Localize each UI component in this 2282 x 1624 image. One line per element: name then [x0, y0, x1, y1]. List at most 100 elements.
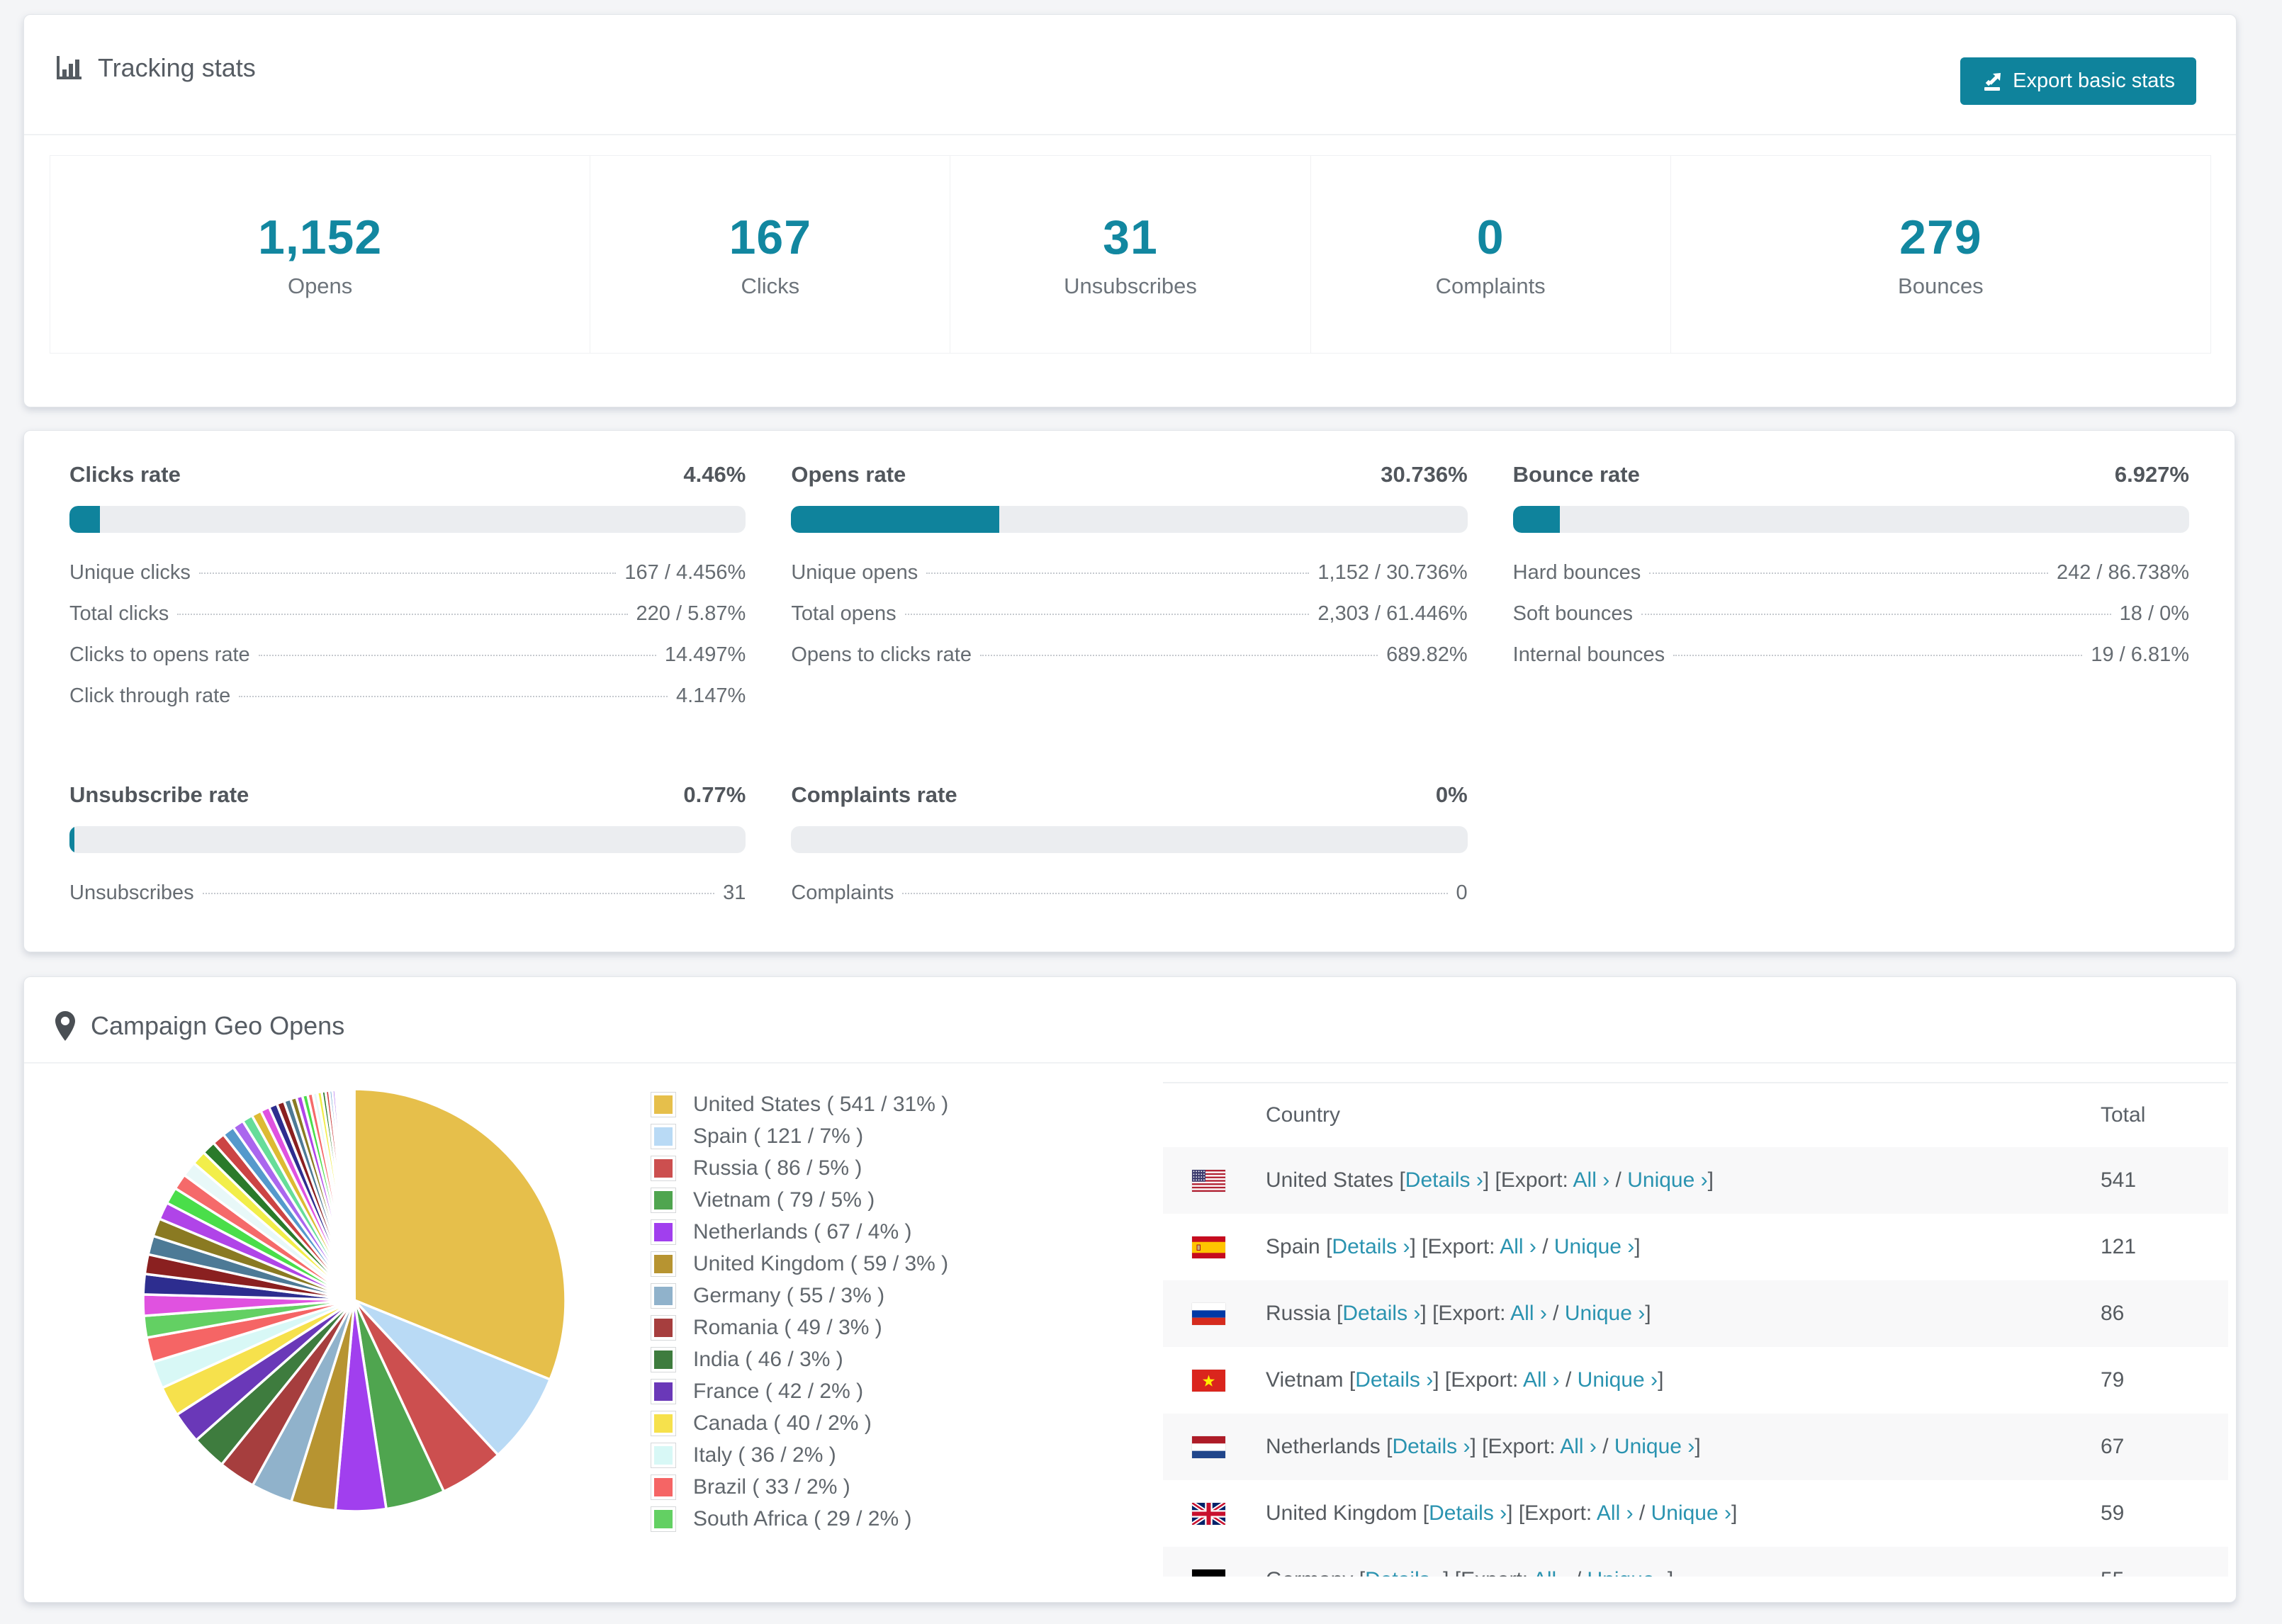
- geo-section-title: Campaign Geo Opens: [91, 1011, 345, 1040]
- geo-opens-pie-chart[interactable]: [137, 1083, 571, 1517]
- rate-card-clicks: Clicks rate 4.46% Unique clicks 167 / 4.4…: [69, 462, 746, 726]
- dotted-leader: [239, 696, 668, 697]
- legend-item: France ( 42 / 2% ): [651, 1379, 948, 1404]
- country-total: 55: [2101, 1568, 2228, 1577]
- table-row: United Kingdom [Details ›] [Export: All …: [1163, 1480, 2228, 1547]
- dotted-leader: [258, 655, 656, 656]
- es-flag-icon: [1192, 1236, 1225, 1258]
- progress-bar: [69, 826, 746, 853]
- legend-label: Brazil ( 33 / 2% ): [693, 1475, 850, 1499]
- rate-detail-row: Soft bounces 18 / 0%: [1513, 602, 2189, 643]
- progress-bar-fill: [69, 826, 75, 853]
- legend-swatch: [651, 1124, 676, 1149]
- stat-value: 0: [1476, 210, 1505, 264]
- details-link[interactable]: Details ›: [1429, 1501, 1507, 1525]
- stat-label: Bounces: [1898, 274, 1984, 298]
- rate-detail-row: Total opens 2,303 / 61.446%: [791, 602, 1467, 643]
- country-total: 79: [2101, 1368, 2125, 1392]
- de-flag-icon: [1192, 1569, 1225, 1577]
- legend-label: Germany ( 55 / 3% ): [693, 1284, 885, 1307]
- rate-title: Unsubscribe rate: [69, 782, 249, 807]
- rate-card-unsubscribe: Unsubscribe rate 0.77% Unsubscribes 31: [69, 782, 746, 923]
- export-basic-stats-button[interactable]: Export basic stats: [1960, 57, 2196, 105]
- legend-label: United States ( 541 / 31% ): [693, 1093, 949, 1116]
- export-unique-link[interactable]: Unique ›: [1578, 1368, 1658, 1392]
- legend-item: United Kingdom ( 59 / 3% ): [651, 1251, 948, 1277]
- details-link[interactable]: Details ›: [1332, 1235, 1410, 1258]
- table-row: Germany [Details ›] [Export: All › / Uni…: [1163, 1547, 2228, 1577]
- tracking-stats-card: Tracking stats Export basic stats 1,152 …: [23, 14, 2237, 407]
- stat-clicks: 167 Clicks: [590, 155, 951, 354]
- dotted-leader: [902, 893, 1448, 894]
- progress-bar: [791, 826, 1468, 853]
- export-unique-link[interactable]: Unique ›: [1554, 1235, 1634, 1258]
- dotted-leader: [904, 614, 1310, 615]
- legend-item: India ( 46 / 3% ): [651, 1347, 948, 1372]
- details-link[interactable]: Details ›: [1365, 1568, 1443, 1577]
- legend-item: South Africa ( 29 / 2% ): [651, 1506, 948, 1532]
- dotted-leader: [1641, 614, 2111, 615]
- country-total: 59: [2101, 1501, 2125, 1525]
- stat-label: Unsubscribes: [1064, 274, 1197, 298]
- rate-detail-label: Unique clicks: [69, 561, 191, 584]
- rate-detail-row: Opens to clicks rate 689.82%: [791, 643, 1467, 684]
- rate-detail-value: 4.147%: [675, 684, 746, 707]
- stat-bounces: 279 Bounces: [1670, 155, 2211, 354]
- details-link[interactable]: Details ›: [1342, 1302, 1420, 1325]
- rate-detail-row: Hard bounces 242 / 86.738%: [1513, 561, 2189, 602]
- export-all-link[interactable]: All ›: [1500, 1235, 1536, 1258]
- export-all-link[interactable]: All ›: [1597, 1501, 1634, 1525]
- rate-card-opens: Opens rate 30.736% Unique opens 1,152 / 3…: [791, 462, 1468, 726]
- legend-label: South Africa ( 29 / 2% ): [693, 1507, 912, 1530]
- dotted-leader: [1649, 573, 2048, 574]
- gb-flag-icon: [1192, 1502, 1225, 1525]
- geo-table-header: Country Total: [1163, 1083, 2228, 1147]
- rate-detail-row: Clicks to opens rate 14.497%: [69, 643, 746, 684]
- export-all-link[interactable]: All ›: [1523, 1368, 1560, 1392]
- legend-swatch: [651, 1347, 676, 1372]
- export-unique-link[interactable]: Unique ›: [1651, 1501, 1731, 1525]
- rate-detail-value: 2,303 / 61.446%: [1317, 602, 1468, 625]
- progress-bar: [791, 506, 1468, 533]
- export-all-link[interactable]: All ›: [1573, 1168, 1610, 1192]
- table-row: Russia [Details ›] [Export: All › / Uniq…: [1163, 1280, 2228, 1347]
- dotted-leader: [1673, 655, 2083, 656]
- export-unique-link[interactable]: Unique ›: [1627, 1168, 1707, 1192]
- details-link[interactable]: Details ›: [1355, 1368, 1433, 1392]
- legend-label: United Kingdom ( 59 / 3% ): [693, 1252, 949, 1275]
- rate-detail-label: Unsubscribes: [69, 881, 194, 904]
- legend-item: Spain ( 121 / 7% ): [651, 1124, 948, 1149]
- legend-item: Romania ( 49 / 3% ): [651, 1315, 948, 1341]
- rate-detail-label: Complaints: [791, 881, 894, 904]
- campaign-geo-opens-card: Campaign Geo Opens United States ( 541 /…: [23, 976, 2237, 1603]
- export-all-link[interactable]: All ›: [1510, 1302, 1547, 1325]
- country-total: 86: [2101, 1302, 2125, 1325]
- legend-label: Vietnam ( 79 / 5% ): [693, 1188, 875, 1212]
- rate-percent: 4.46%: [683, 462, 746, 487]
- dotted-leader: [979, 655, 1378, 656]
- export-unique-link[interactable]: Unique ›: [1614, 1435, 1694, 1458]
- legend-label: India ( 46 / 3% ): [693, 1348, 843, 1371]
- divider: [24, 134, 2236, 135]
- export-unique-link[interactable]: Unique ›: [1565, 1302, 1645, 1325]
- rate-detail-row: Total clicks 220 / 5.87%: [69, 602, 746, 643]
- legend-item: Vietnam ( 79 / 5% ): [651, 1188, 948, 1213]
- country-total: 121: [2101, 1235, 2137, 1258]
- legend-swatch: [651, 1251, 676, 1277]
- progress-bar-fill: [69, 506, 100, 533]
- legend-item: United States ( 541 / 31% ): [651, 1092, 948, 1117]
- rate-detail-value: 689.82%: [1386, 643, 1468, 666]
- stat-opens: 1,152 Opens: [50, 155, 591, 354]
- legend-label: Russia ( 86 / 5% ): [693, 1156, 862, 1180]
- legend-swatch: [651, 1315, 676, 1341]
- export-unique-link[interactable]: Unique ›: [1587, 1568, 1668, 1577]
- details-link[interactable]: Details ›: [1405, 1168, 1483, 1192]
- rate-card-complaints: Complaints rate 0% Complaints 0: [791, 782, 1468, 923]
- export-all-link[interactable]: All ›: [1560, 1435, 1597, 1458]
- rate-detail-row: Internal bounces 19 / 6.81%: [1513, 643, 2189, 684]
- legend-label: Romania ( 49 / 3% ): [693, 1316, 882, 1339]
- export-all-link[interactable]: All ›: [1533, 1568, 1570, 1577]
- legend-swatch: [651, 1219, 676, 1245]
- details-link[interactable]: Details ›: [1392, 1435, 1470, 1458]
- rate-detail-label: Internal bounces: [1512, 643, 1665, 666]
